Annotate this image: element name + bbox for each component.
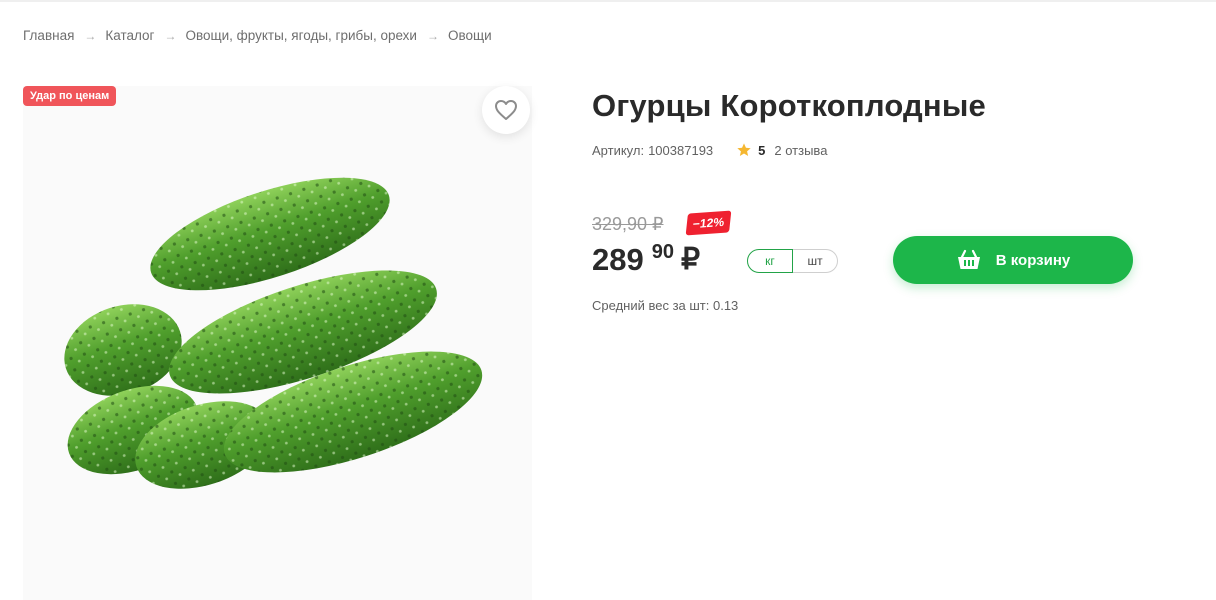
breadcrumb-category[interactable]: Овощи, фрукты, ягоды, грибы, орехи [185,28,417,43]
price-currency: ₽ [680,243,701,276]
add-to-cart-button[interactable]: В корзину [893,236,1133,284]
breadcrumb-arrow-icon: → [84,28,97,43]
product-meta: Артикул: 100387193 5 2 отзыва [592,142,827,158]
reviews-link[interactable]: 2 отзыва [774,143,827,158]
discount-badge: −12% [685,210,732,236]
star-icon [737,143,751,156]
unit-kg-button[interactable]: кг [747,249,793,273]
breadcrumb-catalog[interactable]: Каталог [105,28,154,43]
favorite-button[interactable] [482,86,530,134]
price-integer: 289 [592,242,644,277]
rating: 5 2 отзыва [736,142,827,158]
heart-icon [495,100,517,120]
rating-value: 5 [758,142,766,158]
breadcrumb-home[interactable]: Главная [23,28,74,43]
promo-badge: Удар по ценам [23,86,117,106]
add-to-cart-label: В корзину [995,251,1071,269]
breadcrumb-arrow-icon: → [164,28,177,43]
breadcrumb-subcategory[interactable]: Овощи [448,28,492,43]
sku-value: 100387193 [648,142,714,158]
unit-toggle: кг шт [747,249,838,273]
breadcrumb: Главная → Каталог → Овощи, фрукты, ягоды… [23,28,492,43]
price-fraction: 90 [651,241,674,263]
average-weight: Средний вес за шт: 0.13 [592,298,739,313]
sku-label: Артикул: [592,142,645,158]
basket-icon [957,249,980,269]
old-price: 329,90 ₽ [592,214,664,234]
top-divider [0,0,1216,2]
product-image [64,177,483,489]
product-title: Огурцы Короткоплодные [592,88,986,123]
price: 289 90 ₽ [592,240,700,280]
breadcrumb-arrow-icon: → [426,28,439,43]
unit-pcs-button[interactable]: шт [793,249,838,273]
